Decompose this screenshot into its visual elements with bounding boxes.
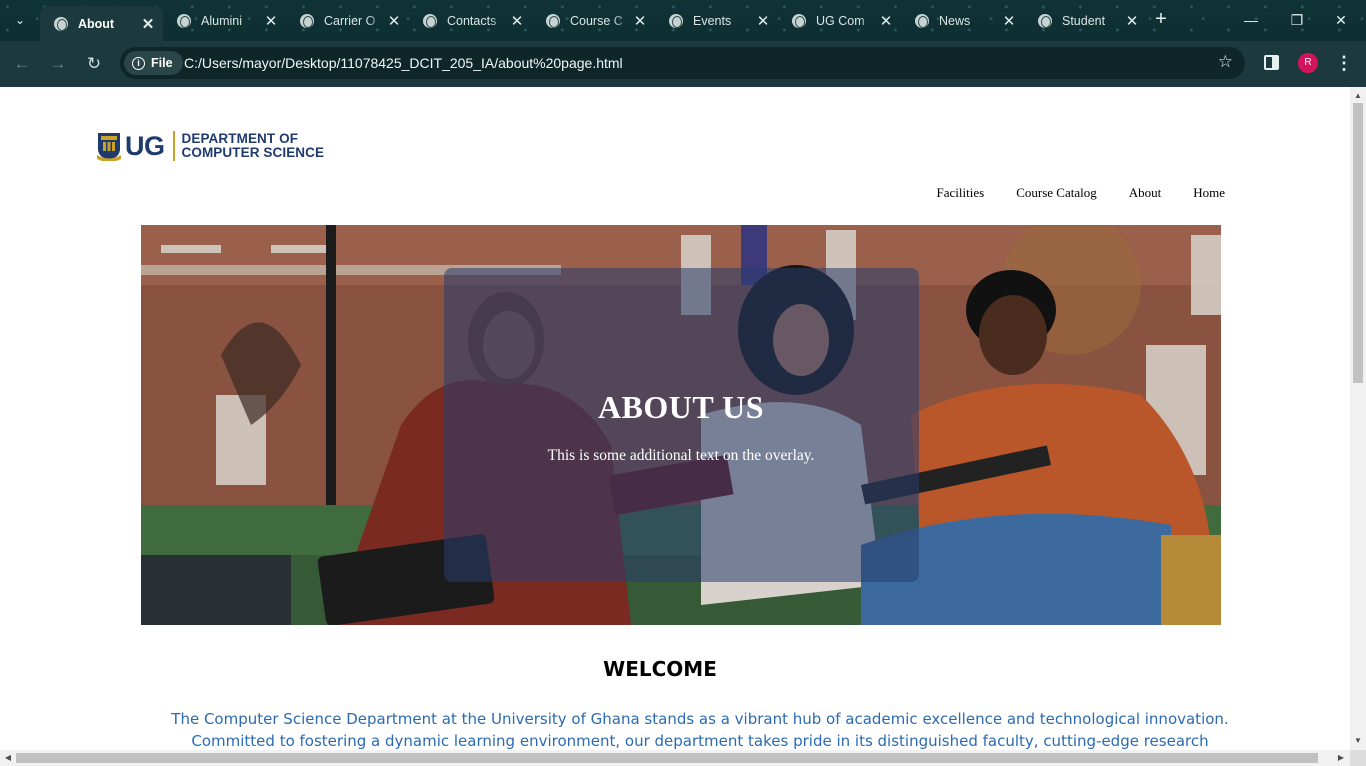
forward-arrow-icon[interactable]: → — [45, 51, 71, 77]
tab-title: Contacts — [447, 13, 497, 28]
back-arrow-icon[interactable]: ← — [9, 51, 35, 77]
tab-contacts[interactable]: Contacts ✕ — [409, 6, 532, 35]
side-panel-icon[interactable] — [1264, 55, 1279, 70]
globe-icon — [1038, 13, 1052, 28]
tab-search-chevron-down-icon[interactable]: ⌄ — [8, 8, 32, 32]
tab-title: Student — [1062, 13, 1106, 28]
site-info-chip[interactable]: i File — [124, 51, 183, 75]
vertical-scroll-thumb[interactable] — [1353, 103, 1363, 383]
logo-ug-text: UG — [125, 130, 165, 161]
window-close-icon[interactable]: ✕ — [1326, 8, 1356, 32]
tab-carrier[interactable]: Carrier O ✕ — [286, 6, 409, 35]
close-icon[interactable]: ✕ — [139, 15, 157, 33]
url-text[interactable]: C:/Users/mayor/Desktop/11078425_DCIT_205… — [184, 47, 623, 79]
department-logo[interactable]: UG DEPARTMENT OF COMPUTER SCIENCE — [97, 129, 324, 163]
close-icon[interactable]: ✕ — [262, 12, 280, 30]
bookmark-star-icon[interactable]: ☆ — [1218, 52, 1233, 72]
tab-title: Carrier O — [324, 13, 376, 28]
globe-icon — [792, 13, 806, 28]
site-info-label: File — [151, 56, 173, 70]
welcome-heading: WELCOME — [603, 657, 717, 681]
nav-link-facilities[interactable]: Facilities — [937, 185, 985, 201]
scroll-left-arrow-icon[interactable]: ◀ — [1, 750, 15, 766]
tab-title: Course C — [570, 13, 623, 28]
nav-link-home[interactable]: Home — [1193, 185, 1225, 201]
globe-icon — [54, 16, 68, 31]
tab-news[interactable]: News ✕ — [901, 6, 1024, 35]
browser-toolbar: ← → ↻ i File C:/Users/mayor/Desktop/1107… — [0, 41, 1366, 87]
hero-banner: ABOUT US This is some additional text on… — [141, 225, 1221, 625]
scroll-up-arrow-icon[interactable]: ▲ — [1350, 89, 1366, 103]
hero-subtitle: This is some additional text on the over… — [547, 447, 815, 464]
scroll-right-arrow-icon[interactable]: ▶ — [1334, 750, 1348, 766]
tab-events[interactable]: Events ✕ — [655, 6, 778, 35]
close-icon[interactable]: ✕ — [754, 12, 772, 30]
tab-title: About — [78, 16, 115, 31]
tab-title: Events — [693, 13, 732, 28]
close-icon[interactable]: ✕ — [1000, 12, 1018, 30]
horizontal-scrollbar[interactable]: ◀ ▶ — [0, 750, 1350, 766]
vertical-scrollbar[interactable]: ▲ ▼ — [1350, 87, 1366, 750]
globe-icon — [915, 13, 929, 28]
globe-icon — [546, 13, 560, 28]
main-nav: Facilities Course Catalog About Home — [937, 185, 1225, 201]
address-bar[interactable]: i File C:/Users/mayor/Desktop/11078425_D… — [120, 47, 1245, 79]
tab-title: UG Com — [816, 13, 865, 28]
logo-line-2: COMPUTER SCIENCE — [181, 145, 325, 160]
tab-alumini[interactable]: Alumini ✕ — [163, 6, 286, 35]
page-viewport: UG DEPARTMENT OF COMPUTER SCIENCE Facili… — [0, 87, 1350, 750]
minimize-icon[interactable]: — — [1236, 8, 1266, 32]
university-crest-icon — [97, 133, 121, 161]
globe-icon — [423, 13, 437, 28]
logo-department-text: DEPARTMENT OF COMPUTER SCIENCE — [182, 132, 325, 160]
tab-title: News — [939, 13, 971, 28]
hero-title: ABOUT US — [597, 389, 765, 425]
nav-link-about[interactable]: About — [1129, 185, 1162, 201]
close-icon[interactable]: ✕ — [1123, 12, 1141, 30]
tab-course[interactable]: Course C ✕ — [532, 6, 655, 35]
reload-icon[interactable]: ↻ — [81, 51, 107, 77]
logo-divider — [172, 131, 175, 161]
horizontal-scroll-thumb[interactable] — [16, 753, 1318, 763]
info-icon: i — [132, 56, 145, 70]
globe-icon — [300, 13, 314, 28]
close-icon[interactable]: ✕ — [385, 12, 403, 30]
scroll-down-arrow-icon[interactable]: ▼ — [1350, 734, 1366, 748]
close-icon[interactable]: ✕ — [877, 12, 895, 30]
close-icon[interactable]: ✕ — [508, 12, 526, 30]
globe-icon — [669, 13, 683, 28]
browser-chrome: ⌄ About ✕ Alumini ✕ Carrier O ✕ Contacts… — [0, 0, 1366, 87]
scrollbar-corner — [1350, 750, 1366, 766]
close-icon[interactable]: ✕ — [631, 12, 649, 30]
tab-title: Alumini — [201, 13, 242, 28]
logo-line-1: DEPARTMENT OF — [181, 131, 299, 146]
restore-icon[interactable]: ❐ — [1282, 8, 1312, 32]
tab-about[interactable]: About ✕ — [40, 6, 163, 41]
tab-ug-com[interactable]: UG Com ✕ — [778, 6, 901, 35]
tab-strip: ⌄ About ✕ Alumini ✕ Carrier O ✕ Contacts… — [0, 0, 1366, 41]
globe-icon — [177, 13, 191, 28]
tab-student[interactable]: Student ✕ — [1024, 6, 1147, 35]
profile-avatar[interactable]: R — [1298, 53, 1318, 73]
nav-link-course-catalog[interactable]: Course Catalog — [1016, 185, 1097, 201]
new-tab-plus-icon[interactable]: + — [1150, 9, 1172, 31]
welcome-paragraph: The Computer Science Department at the U… — [171, 710, 1229, 750]
more-menu-icon[interactable]: ⋮ — [1334, 51, 1354, 75]
